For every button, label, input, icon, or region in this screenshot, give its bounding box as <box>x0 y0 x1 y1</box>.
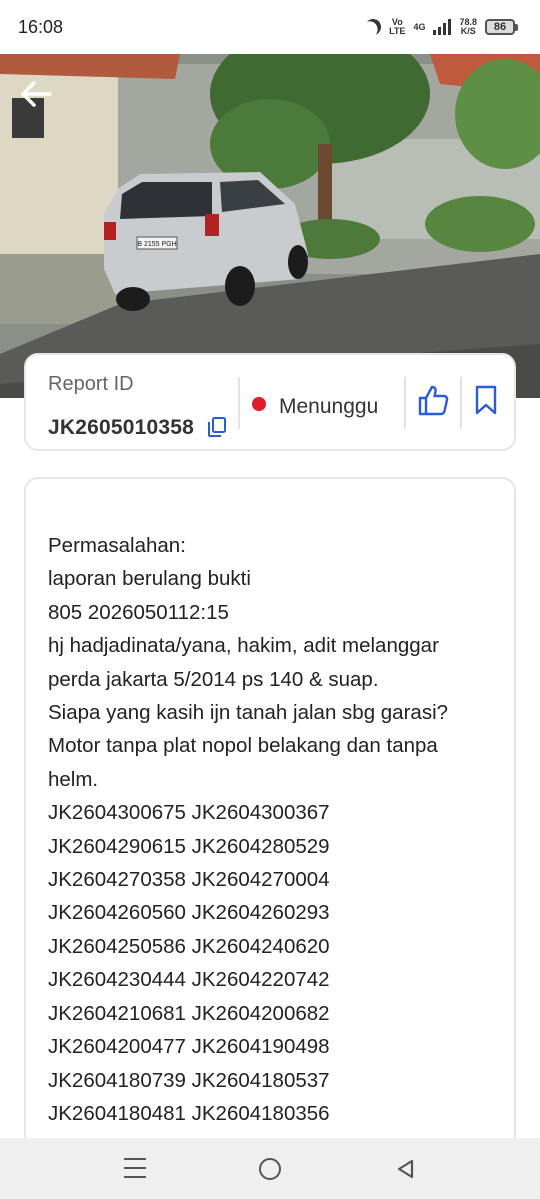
description-line: JK2604300675 JK2604300367 <box>48 801 330 825</box>
back-triangle-icon[interactable] <box>394 1158 416 1180</box>
description-line: hj hadjadinata/yana, hakim, adit melangg… <box>48 634 439 658</box>
description-line: JK2604250586 JK2604240620 <box>48 934 330 958</box>
description-line: JK2604180739 JK2604180537 <box>48 1068 330 1092</box>
description-line: helm. <box>48 767 99 791</box>
network-speed: 78.8 K/S <box>459 17 477 36</box>
description-line: JK2604290615 JK2604280529 <box>48 834 330 858</box>
description-line: JK2604180481 JK2604180356 <box>48 1101 330 1125</box>
description-line: JK2604270358 JK2604270004 <box>48 868 330 892</box>
description-line: 805 2026050112:15 <box>48 600 229 624</box>
description-line: perda jakarta 5/2014 ps 140 & suap. <box>48 667 379 691</box>
thumbs-up-icon[interactable] <box>416 383 450 417</box>
menu-icon[interactable] <box>124 1158 146 1180</box>
report-id-label: Report ID <box>48 373 134 395</box>
status-indicator-dot <box>252 397 266 411</box>
navigation-bar <box>0 1138 540 1199</box>
description-line: Siapa yang kasih ijn tanah jalan sbg gar… <box>48 701 449 725</box>
description-line: JK2604200477 JK2604190498 <box>48 1035 330 1059</box>
volte-indicator: Vo LTE <box>389 17 406 36</box>
copy-icon[interactable] <box>208 417 226 437</box>
divider <box>404 377 406 429</box>
report-id-value: JK2605010358 <box>48 416 195 439</box>
report-photo[interactable]: B 2155 PGH <box>0 54 540 398</box>
description-line: laporan berulang bukti <box>48 567 251 591</box>
home-circle-icon[interactable] <box>259 1158 281 1180</box>
status-icons: Vo LTE 4G 78.8 K/S 86 <box>365 14 518 40</box>
report-description-card: Permasalahan: laporan berulang bukti 805… <box>24 477 516 1199</box>
battery-level: 86 <box>485 19 515 35</box>
back-arrow-icon[interactable] <box>16 74 56 114</box>
license-plate: B 2155 PGH <box>137 241 176 248</box>
description-line: Permasalahan: <box>48 534 186 557</box>
divider <box>238 377 240 429</box>
divider <box>460 377 462 429</box>
description-line: JK2604260560 JK2604260293 <box>48 901 330 925</box>
report-summary-card: Report ID JK2605010358 Menunggu <box>24 353 516 451</box>
signal-icon <box>433 19 452 35</box>
description-line: JK2604230444 JK2604220742 <box>48 968 330 992</box>
status-time: 16:08 <box>18 17 64 37</box>
battery-icon: 86 <box>485 19 518 35</box>
description-line: JK2604210681 JK2604200682 <box>48 1001 330 1025</box>
do-not-disturb-icon <box>363 17 384 38</box>
status-bar: 16:08 Vo LTE 4G 78.8 K/S 86 <box>0 0 540 54</box>
report-description: Permasalahan: laporan berulang bukti 805… <box>48 529 498 1164</box>
report-status: Menunggu <box>279 395 379 418</box>
network-type: 4G <box>413 21 426 32</box>
description-line: Motor tanpa plat nopol belakang dan tanp… <box>48 734 438 758</box>
report-photo-scene: B 2155 PGH <box>0 54 540 398</box>
bookmark-icon[interactable] <box>473 385 499 415</box>
